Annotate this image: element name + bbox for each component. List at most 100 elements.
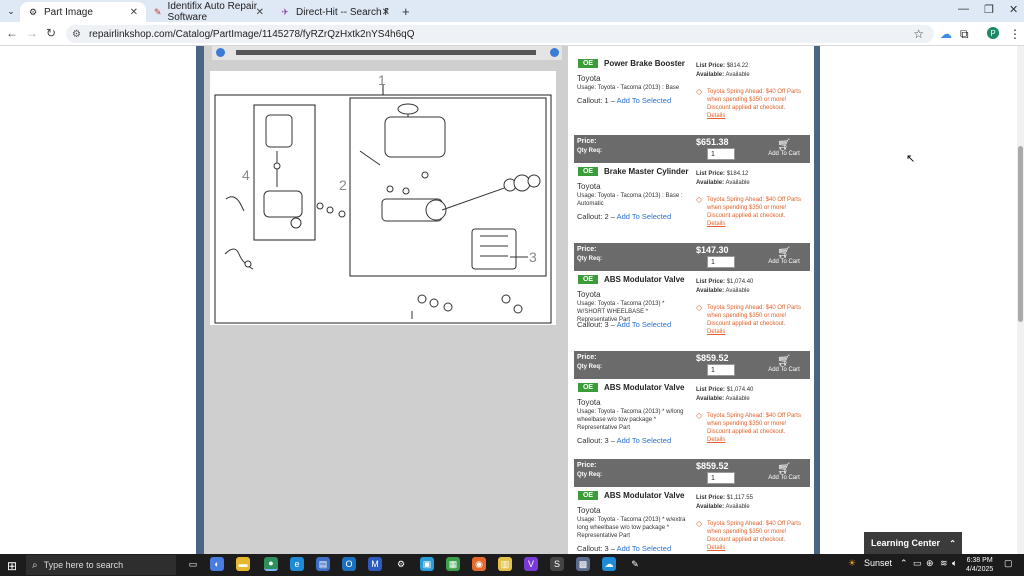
site-info-icon[interactable]: ⚙ [72,29,81,40]
reload-icon[interactable]: ↻ [46,26,56,40]
available-label: Available: [696,288,725,294]
zoom-out-handle[interactable] [216,48,225,57]
details-link[interactable]: Details [707,220,806,228]
ssl-app-icon[interactable]: S [550,557,564,571]
settings-gear-icon[interactable]: ⚙ [394,557,408,571]
part-brand: Toyota [577,506,601,515]
tray-chevron-icon[interactable]: ⌃ [900,558,908,569]
mouse-cursor-icon: ↖ [906,153,916,165]
page-scrollbar[interactable] [1017,46,1024,554]
add-to-cart-button[interactable]: 🛒︎ Add To Cart [760,139,808,157]
zoom-track[interactable] [236,50,536,55]
vs-icon[interactable]: V [524,557,538,571]
maximize-icon[interactable]: ❐ [984,3,994,16]
add-to-selected-link[interactable]: Add To Selected [617,436,672,445]
qty-input[interactable]: 1 [707,148,735,160]
add-to-cart-button[interactable]: 🛒︎ Add To Cart [760,247,808,265]
weather-label[interactable]: Sunset [864,558,892,568]
firefox-icon[interactable]: ◉ [472,557,486,571]
window-close-icon[interactable]: ✕ [1009,3,1018,16]
identifix-icon: ✎ [154,6,162,17]
availability-value: Available [725,288,750,294]
forward-icon[interactable]: → [26,26,38,40]
taskbar-search-box[interactable]: ⌕ Type here to search [26,555,176,575]
spreadsheet-icon[interactable]: ▦ [446,557,460,571]
add-to-cart-button[interactable]: 🛒︎ Add To Cart [760,355,808,373]
bookmark-star-icon[interactable]: ☆ [913,27,924,41]
parts-diagram[interactable]: 1 2 3 4 [210,71,556,325]
wifi-icon[interactable]: ≋ [940,558,948,569]
cloud-extension-icon[interactable]: ☁ [940,27,952,41]
close-icon[interactable]: ✕ [130,7,138,18]
part-callout: Callout: 2 – Add To Selected [577,212,671,221]
minimize-icon[interactable]: — [958,3,969,15]
photos-icon[interactable]: ☁ [602,557,616,571]
weather-icon[interactable]: ☀ [848,558,856,569]
system-clock[interactable]: 6:38 PM 4/4/2025 [966,556,993,574]
windows-start-icon[interactable]: ⊞ [7,559,17,573]
calculator-icon[interactable]: ▩ [576,557,590,571]
diagram-callout-2[interactable]: 2 [339,177,347,193]
tab-direct-hit[interactable]: ✈ Direct-Hit -- Search Fixes|Infor ✕ [272,2,398,22]
part-usage: Usage: Toyota - Tacoma (2013) * w/long w… [577,409,684,431]
learning-center-button[interactable]: Learning Center ⌃ [864,532,962,554]
oe-badge: OE [578,383,598,392]
tab-identifix[interactable]: ✎ Identifix Auto Repair Software ✕ [146,1,272,23]
notes-icon[interactable]: ▥ [498,557,512,571]
profile-avatar[interactable]: P [987,27,999,39]
url-field[interactable]: ⚙ repairlinkshop.com/Catalog/PartImage/1… [66,25,934,43]
zoom-in-handle[interactable] [550,48,559,57]
close-icon[interactable]: ✕ [382,7,390,18]
tray-app-icon[interactable]: ▭ [913,558,922,569]
tab-part-image[interactable]: ⚙ Part Image ✕ [20,2,146,22]
add-to-selected-link[interactable]: Add To Selected [617,96,672,105]
task-view-icon[interactable]: ▭ [186,557,200,571]
volume-icon[interactable]: 🔈︎ [952,558,957,569]
details-link[interactable]: Details [707,436,806,444]
store-icon[interactable]: ▤ [316,557,330,571]
part-callout: Callout: 1 – Add To Selected [577,96,671,105]
diagram-callout-4[interactable]: 4 [242,167,250,183]
qty-input[interactable]: 1 [707,364,735,376]
outlook-icon[interactable]: O [342,557,356,571]
chevron-up-icon: ⌃ [949,538,956,548]
list-price-block: List Price: $1,074.40 Available: Availab… [696,386,753,404]
mail-icon[interactable]: M [368,557,382,571]
gear-icon: ⚙ [28,6,38,17]
notification-icon[interactable]: ▢ [1004,558,1013,569]
available-label: Available: [696,72,725,78]
close-icon[interactable]: ✕ [256,7,264,18]
paint-icon[interactable]: ✎ [628,557,642,571]
add-to-selected-link[interactable]: Add To Selected [617,212,672,221]
extensions-puzzle-icon[interactable]: ⧉ [960,27,969,42]
diagram-callout-3[interactable]: 3 [529,249,537,265]
price-value: $859.52 [696,461,729,471]
list-price-label: List Price: [696,171,726,177]
back-icon[interactable]: ← [6,26,18,40]
copilot-icon[interactable]: ◐ [210,557,224,571]
new-tab-button[interactable]: + [402,4,410,19]
zoom-slider[interactable] [212,46,562,60]
add-to-selected-link[interactable]: Add To Selected [617,544,672,553]
qty-input[interactable]: 1 [707,472,735,484]
network-icon[interactable]: ⊕ [926,558,934,569]
edge-icon[interactable]: e [290,557,304,571]
scrollbar-thumb[interactable] [1018,146,1023,322]
add-to-cart-label: Add To Cart [768,259,800,265]
cart-icon: 🛒︎ [777,139,791,151]
tab-search-dropdown[interactable]: ⌄ [4,4,18,18]
add-to-selected-link[interactable]: Add To Selected [617,320,672,329]
chrome-icon[interactable]: ● [264,557,278,571]
diagram-callout-1[interactable]: 1 [378,72,386,88]
details-link[interactable]: Details [707,112,806,120]
file-explorer-icon[interactable]: ▬ [236,557,250,571]
available-label: Available: [696,504,725,510]
qty-input[interactable]: 1 [707,256,735,268]
teams-icon[interactable]: ▣ [420,557,434,571]
details-link[interactable]: Details [707,544,806,552]
browser-menu-icon[interactable]: ⋮ [1009,27,1021,41]
tag-icon: ◇ [696,411,703,420]
details-link[interactable]: Details [707,328,806,336]
list-price-block: List Price: $814.22 Available: Available [696,62,750,80]
add-to-cart-button[interactable]: 🛒︎ Add To Cart [760,463,808,481]
